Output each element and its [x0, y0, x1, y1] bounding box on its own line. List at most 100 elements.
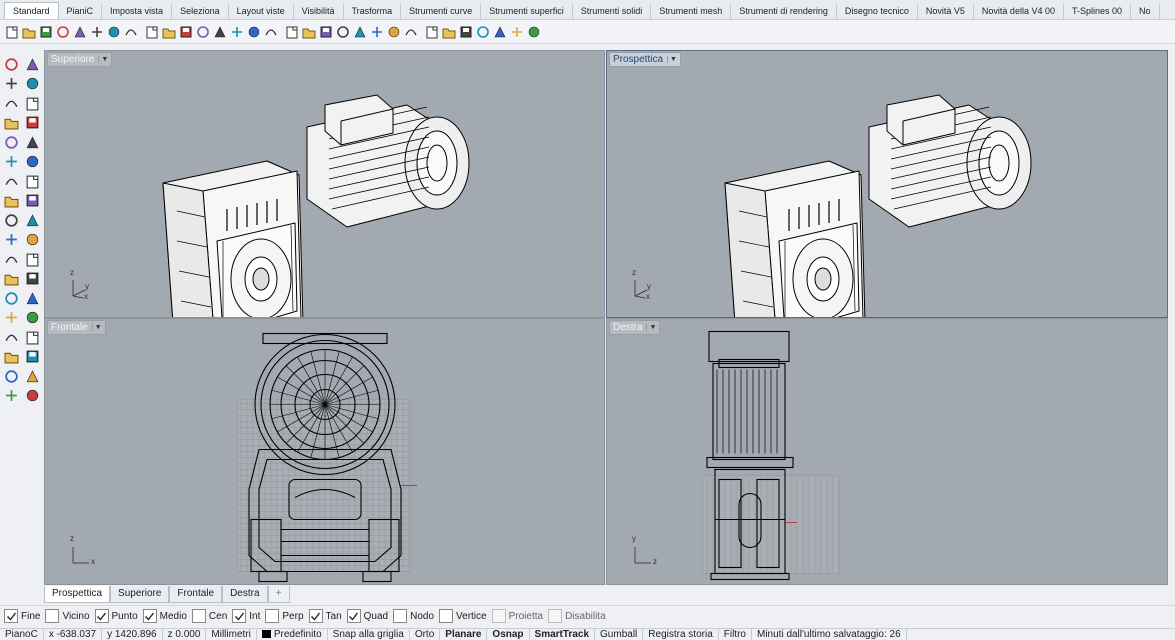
checkbox-empty-icon[interactable] [45, 609, 60, 623]
viewport-tab-top[interactable]: Superiore [110, 586, 170, 603]
trim-icon[interactable] [2, 231, 21, 249]
status-units[interactable]: Millimetri [206, 629, 257, 640]
tab-trasforma[interactable]: Trasforma [344, 4, 402, 19]
checkbox-empty-icon[interactable] [439, 609, 454, 623]
dimension-icon[interactable] [23, 289, 42, 307]
status-record-history[interactable]: Registra storia [643, 629, 719, 640]
fillet-icon[interactable] [2, 250, 21, 268]
chevron-down-icon[interactable]: ▼ [91, 324, 102, 331]
polyline-icon[interactable] [2, 75, 21, 93]
sphere-icon[interactable] [458, 24, 474, 40]
osnap-disabilita[interactable]: Disabilita [548, 609, 606, 623]
hide-icon[interactable] [318, 24, 334, 40]
open-icon[interactable] [21, 24, 37, 40]
layer-icon[interactable] [386, 24, 402, 40]
tab-strumenti-mesh[interactable]: Strumenti mesh [651, 4, 732, 19]
osnap-punto[interactable]: Punto [94, 609, 138, 623]
explode-icon[interactable] [23, 211, 42, 229]
viewport-right[interactable]: Destra ▼ y z [606, 318, 1168, 585]
osnap-medio[interactable]: Medio [142, 609, 187, 623]
chevron-down-icon[interactable]: ▼ [646, 324, 656, 331]
align-icon[interactable] [23, 348, 42, 366]
osnap-vicino[interactable]: Vicino [45, 609, 90, 623]
rectangle-icon[interactable] [23, 114, 42, 132]
status-gumball[interactable]: Gumball [595, 629, 644, 640]
viewport-tab-perspective[interactable]: Prospettica [44, 586, 111, 603]
help-icon[interactable] [526, 24, 542, 40]
mirror-icon[interactable] [23, 309, 42, 327]
viewport-title-right[interactable]: Destra ▼ [609, 320, 661, 335]
osnap-tan[interactable]: Tan [308, 609, 342, 623]
tab-no[interactable]: No [1131, 4, 1160, 19]
checkbox-empty-icon[interactable] [393, 609, 408, 623]
status-grid-snap[interactable]: Snap alla griglia [328, 629, 410, 640]
viewport-perspective[interactable]: Prospettica ▼ z y x [606, 50, 1168, 318]
polygon-icon[interactable] [2, 133, 21, 151]
undo-icon[interactable] [144, 24, 160, 40]
point-icon[interactable] [23, 55, 42, 73]
osnap-vertice[interactable]: Vertice [439, 609, 487, 623]
tab-pianic[interactable]: PianiC [59, 4, 103, 19]
viewport-tab-right[interactable]: Destra [222, 586, 268, 603]
zoom-window-icon[interactable] [212, 24, 228, 40]
osnap-proietta[interactable]: Proietta [491, 609, 543, 623]
move-icon[interactable] [2, 270, 21, 288]
tab-strumenti-superfici[interactable]: Strumenti superfici [481, 4, 573, 19]
viewport-title-perspective[interactable]: Prospettica ▼ [609, 52, 681, 67]
sphere-solid-icon[interactable] [23, 172, 42, 190]
ellipse-icon[interactable] [23, 94, 42, 112]
options-icon[interactable] [509, 24, 525, 40]
lock-icon[interactable] [369, 24, 385, 40]
status-cplane[interactable]: PianoC [0, 629, 44, 640]
status-filter[interactable]: Filtro [719, 629, 752, 640]
render-tool-icon[interactable] [2, 387, 21, 405]
checkbox-checked-icon[interactable] [346, 609, 361, 623]
tab-seleziona[interactable]: Seleziona [172, 4, 229, 19]
render-icon[interactable] [441, 24, 457, 40]
osnap-fine[interactable]: Fine [4, 609, 40, 623]
osnap-int[interactable]: Int [232, 609, 260, 623]
tab-strumenti-di-rendering[interactable]: Strumenti di rendering [731, 4, 837, 19]
group-icon[interactable] [2, 309, 21, 327]
tab-imposta-vista[interactable]: Imposta vista [102, 4, 173, 19]
grid-icon[interactable] [284, 24, 300, 40]
rotate-icon[interactable] [23, 270, 42, 288]
free-curve-icon[interactable] [23, 133, 42, 151]
viewport-title-front[interactable]: Frontale ▼ [47, 320, 106, 335]
checkbox-checked-icon[interactable] [232, 609, 247, 623]
offset-icon[interactable] [23, 250, 42, 268]
tab-standard[interactable]: Standard [4, 2, 59, 19]
new-icon[interactable] [4, 24, 20, 40]
tab-novit-v5[interactable]: Novità V5 [918, 4, 974, 19]
text-icon[interactable] [2, 289, 21, 307]
chevron-down-icon[interactable]: ▼ [98, 56, 108, 63]
layer-tool-icon[interactable] [2, 367, 21, 385]
tab-layout-viste[interactable]: Layout viste [229, 4, 294, 19]
osnap-quad[interactable]: Quad [346, 609, 388, 623]
checkbox-empty-icon[interactable] [491, 609, 506, 623]
pan-icon[interactable] [161, 24, 177, 40]
add-viewport-tab-button[interactable]: + [267, 586, 290, 603]
tab-strumenti-solidi[interactable]: Strumenti solidi [573, 4, 652, 19]
tab-t-splines-00[interactable]: T-Splines 00 [1064, 4, 1131, 19]
status-planar[interactable]: Planare [440, 629, 488, 640]
import-icon[interactable] [72, 24, 88, 40]
select-icon[interactable] [2, 55, 21, 73]
car-icon[interactable] [301, 24, 317, 40]
mesh-icon[interactable] [2, 328, 21, 346]
arc-icon[interactable] [2, 114, 21, 132]
extrude-icon[interactable] [23, 192, 42, 210]
save-icon[interactable] [38, 24, 54, 40]
shade-icon[interactable] [424, 24, 440, 40]
array-icon[interactable] [2, 348, 21, 366]
zoom-selected-icon[interactable] [246, 24, 262, 40]
osnap-nodo[interactable]: Nodo [393, 609, 434, 623]
viewport-tab-front[interactable]: Frontale [169, 586, 223, 603]
boolean-icon[interactable] [2, 211, 21, 229]
curve-icon[interactable] [23, 75, 42, 93]
loft-icon[interactable] [23, 153, 42, 171]
show-icon[interactable] [335, 24, 351, 40]
zoom-icon[interactable] [195, 24, 211, 40]
light-icon[interactable] [352, 24, 368, 40]
checkbox-checked-icon[interactable] [308, 609, 323, 623]
